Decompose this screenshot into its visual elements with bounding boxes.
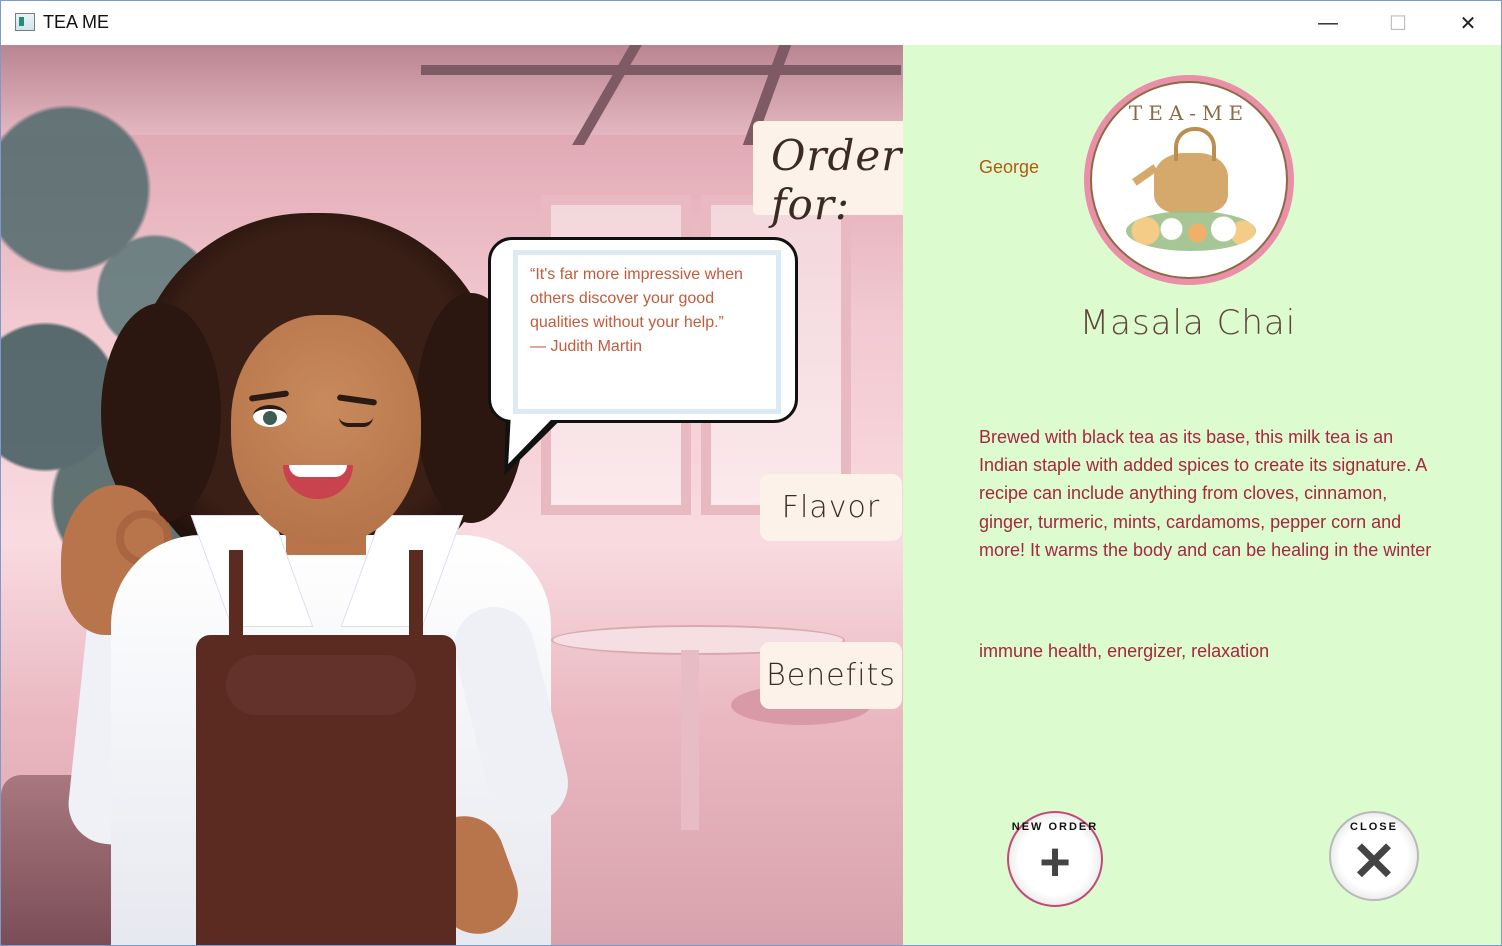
close-icon: ✕ [1351,832,1397,892]
tea-description: Brewed with black tea as its base, this … [979,427,1432,560]
customer-name: George [979,157,1040,177]
flavor-button[interactable]: Flavor [760,474,902,541]
apron-strap [229,550,243,645]
tea-name: Masala Chai [1079,303,1297,343]
close-order-button[interactable]: CLOSE ✕ [1329,811,1419,901]
app-window: TEA ME — ☐ ✕ “It's far more impressive w… [0,0,1502,946]
barista-face [231,315,421,545]
close-window-button[interactable]: ✕ [1433,1,1501,45]
new-order-button[interactable]: NEW ORDER + [1007,811,1103,907]
teapot-icon [1154,127,1228,213]
plus-icon: + [1039,832,1071,892]
flowers-icon [1126,211,1256,251]
tea-me-logo: TEA-ME [1084,75,1294,285]
apron-strap [409,550,423,645]
minimize-button[interactable]: — [1293,1,1363,45]
apron-pocket [226,655,416,715]
quote-box: “It's far more impressive when others di… [513,250,781,414]
logo-badge: TEA-ME [1090,81,1288,279]
logo-text: TEA-ME [1128,101,1250,125]
barista-winking-eye [339,417,373,427]
tea-benefits: immune health, energizer, relaxation [979,641,1270,661]
window-title: TEA ME [43,12,110,32]
tea-info-panel: George TEA-ME Masala Chai Brewed with bl… [903,45,1501,945]
quote-text: “It's far more impressive when others di… [530,266,743,355]
barista-eye [253,405,287,427]
speech-bubble: “It's far more impressive when others di… [488,237,798,423]
title-bar[interactable]: TEA ME — ☐ ✕ [1,1,1501,45]
maximize-button[interactable]: ☐ [1363,1,1433,45]
benefits-button[interactable]: Benefits [760,642,902,709]
app-icon [15,13,35,31]
